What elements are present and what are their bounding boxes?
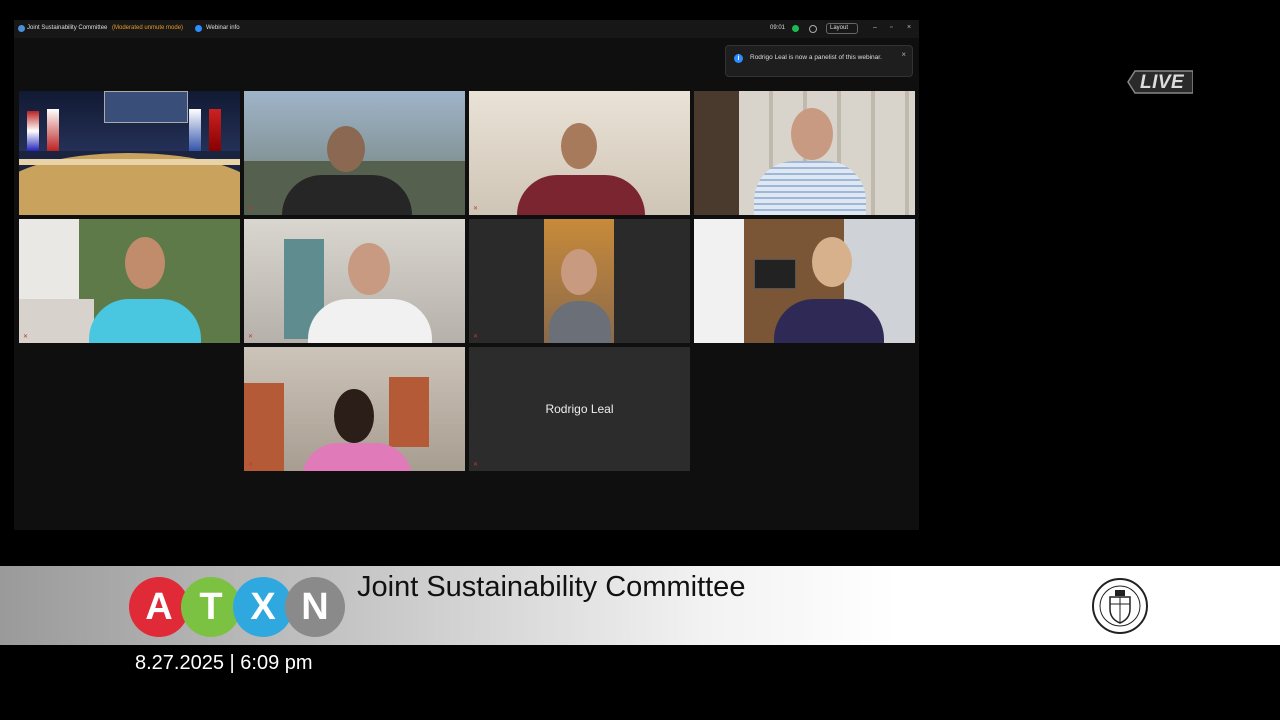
video-tile-participant-5[interactable]: ✕ [19,219,240,343]
mic-muted-icon: ✕ [248,334,254,340]
meeting-timer: 09:01 [770,25,786,31]
notification-message: Rodrigo Leal is now a panelist of this w… [750,54,882,61]
notification-close-icon[interactable]: × [901,50,906,59]
minimize-icon[interactable]: – [873,24,877,31]
mic-muted-icon: ✕ [248,206,254,212]
zoom-window: Joint Sustainability Committee (Moderate… [14,20,919,530]
video-tile-participant-9[interactable]: ✕ [244,347,465,471]
mic-muted-icon: ✕ [473,206,479,212]
video-tile-participant-6[interactable]: ✕ [244,219,465,343]
broadcast-datetime: 8.27.2025 | 6:09 pm [135,652,313,674]
mic-muted-icon: ✕ [248,462,254,468]
title-bar: Joint Sustainability Committee (Moderate… [14,20,919,38]
mic-muted-icon: ✕ [23,334,29,340]
security-shield-icon [18,25,25,32]
webinar-info-icon[interactable] [195,25,202,32]
panelist-notification: i Rodrigo Leal is now a panelist of this… [725,45,913,77]
city-of-austin-seal-icon [1092,578,1148,634]
live-indicator: LIVE [1140,72,1185,93]
atxn-logo-letter-t: T [181,577,241,637]
layout-label: Layout [830,25,849,31]
close-icon[interactable]: × [907,24,911,31]
info-icon: i [734,54,743,63]
atxn-logo-letter-a: A [129,577,189,637]
maximize-icon[interactable]: ▫ [890,24,892,31]
mic-muted-icon: ✕ [473,462,479,468]
window-title: Joint Sustainability Committee [27,25,108,31]
video-tile-council-chamber[interactable] [19,91,240,215]
moderation-status: (Moderated unmute mode) [112,25,184,31]
video-tile-rodrigo-leal[interactable]: Rodrigo Leal ✕ [469,347,690,471]
mic-muted-icon: ✕ [473,334,479,340]
video-tile-participant-4[interactable] [694,91,915,215]
webinar-info-button[interactable]: Webinar info [206,25,240,31]
participant-name: Rodrigo Leal [545,402,614,416]
atxn-logo-letter-x: X [233,577,293,637]
layout-button[interactable]: Layout [826,23,858,34]
meeting-title: Joint Sustainability Committee [357,571,746,603]
video-tile-participant-7[interactable]: ✕ [469,219,690,343]
video-tile-participant-3[interactable]: ✕ [469,91,690,215]
video-tile-participant-8[interactable] [694,219,915,343]
zoom-search-icon[interactable] [809,25,817,33]
connection-status-icon [792,25,799,32]
atxn-logo-letter-n: N [285,577,345,637]
video-tile-participant-2[interactable]: ✕ [244,91,465,215]
